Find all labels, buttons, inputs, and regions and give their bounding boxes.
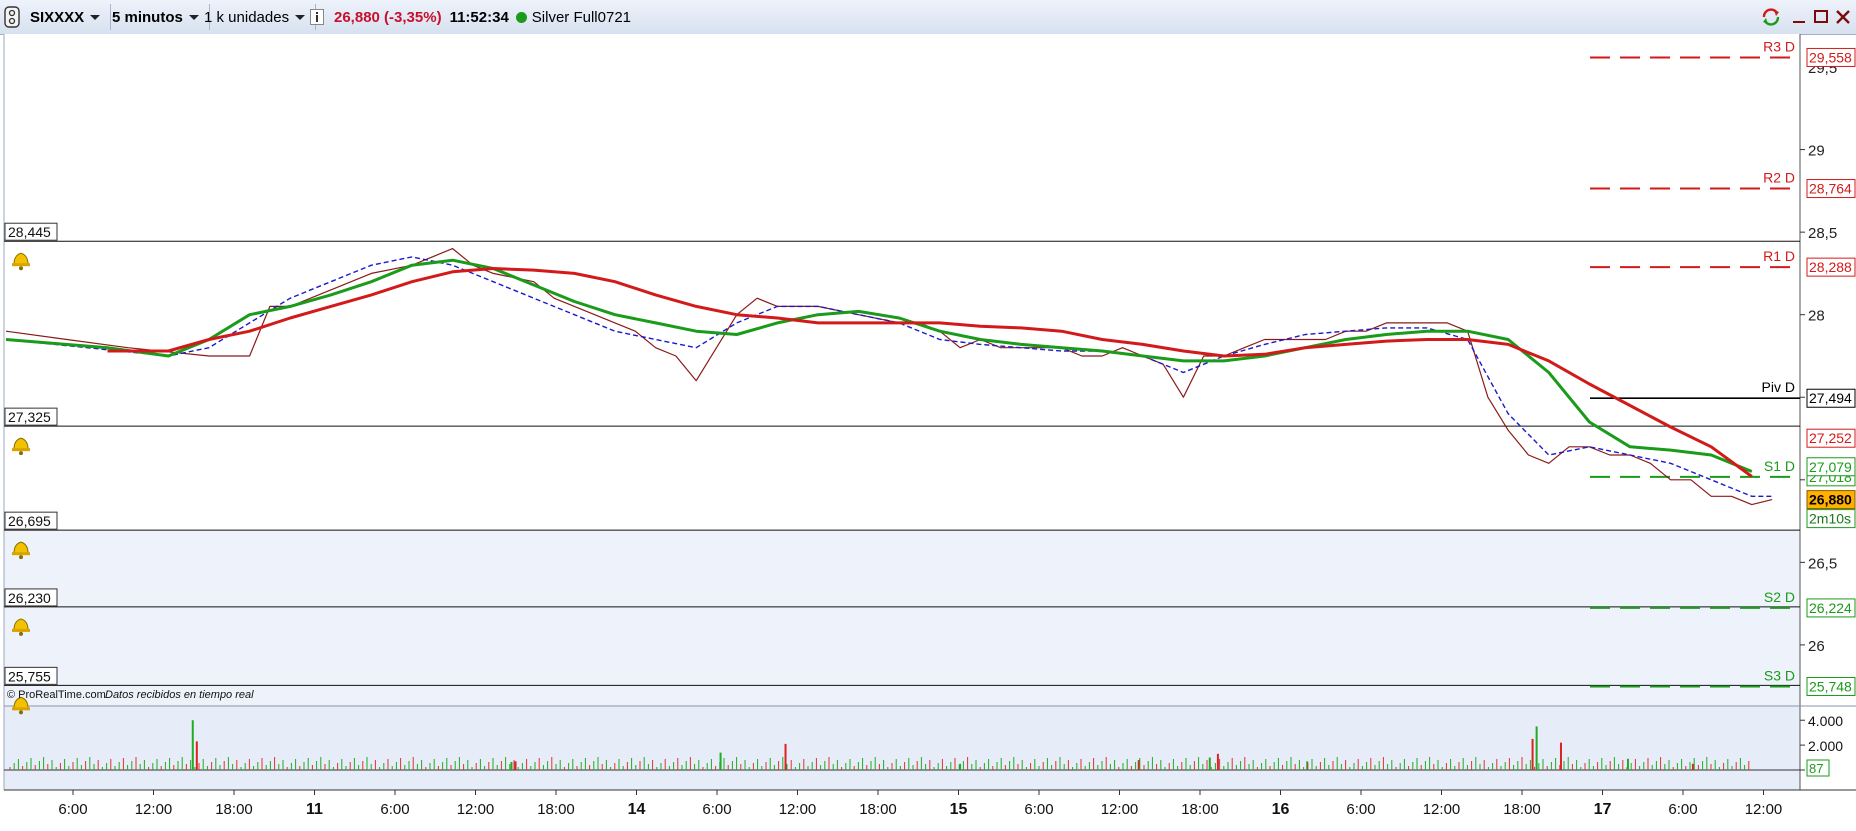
chevron-down-icon	[295, 14, 306, 20]
bell-rim	[12, 707, 30, 711]
x-tick-label: 14	[628, 801, 646, 818]
y-tick-label: 28	[1808, 308, 1825, 325]
bell-rim	[12, 552, 30, 556]
info-button[interactable]	[310, 4, 324, 30]
x-tick-label: 6:00	[58, 801, 87, 818]
axis-tag: 27,252	[1809, 430, 1852, 446]
pivot-tag: 25,748	[1809, 679, 1852, 695]
symbol-selector[interactable]: SIXXXX	[24, 4, 112, 30]
y-tick-label: 29	[1808, 143, 1825, 160]
x-tick-label: 12:00	[779, 801, 817, 818]
bell-rim	[12, 448, 30, 452]
y-tick-label: 26,5	[1808, 555, 1837, 572]
last-price: 26,880	[1809, 492, 1852, 508]
x-tick-label: 11	[306, 801, 323, 818]
alert-label: 28,445	[8, 224, 51, 240]
pivot-tag: 28,288	[1809, 259, 1852, 275]
x-tick-label: 17	[1594, 801, 1612, 818]
info-icon	[310, 9, 324, 25]
pivot-name: R1 D	[1763, 248, 1795, 264]
credit-text: © ProRealTime.com	[7, 689, 106, 701]
status-dot	[515, 11, 527, 23]
x-axis-bg	[4, 790, 1856, 831]
pivot-name: S1 D	[1764, 458, 1795, 474]
lower-zone-bg	[4, 530, 1800, 706]
x-tick-label: 12:00	[1745, 801, 1783, 818]
bell-rim	[12, 628, 30, 632]
quote-time: 11:52:34	[449, 8, 509, 26]
pivot-name: S3 D	[1764, 668, 1795, 684]
close-icon	[1836, 10, 1850, 24]
bell-clapper	[19, 266, 23, 271]
vol-tick-label: 4.000	[1808, 713, 1843, 729]
bell-clapper	[19, 451, 23, 456]
x-tick-label: 12:00	[457, 801, 495, 818]
x-tick-label: 16	[1272, 801, 1290, 818]
x-tick-label: 6:00	[1346, 801, 1375, 818]
toolbar: SIXXXX 5 minutos 1 k unidades 26,880 (-3…	[0, 0, 1856, 35]
quote-info: 26,880 (-3,35%) 11:52:34 Silver Full0721	[334, 4, 631, 30]
pivot-name: R3 D	[1763, 38, 1795, 54]
x-tick-label: 6:00	[1668, 801, 1697, 818]
alert-label: 26,695	[8, 513, 51, 529]
maximize-icon	[1814, 10, 1828, 23]
pivot-tag: 28,764	[1809, 181, 1852, 197]
refresh-icon	[1762, 8, 1780, 26]
app-logo[interactable]	[4, 4, 20, 30]
vol-last: 87	[1809, 761, 1823, 776]
x-tick-label: 12:00	[135, 801, 173, 818]
credit-note: Datos recibidos en tiempo real	[105, 689, 254, 701]
y-tick-label: 28,5	[1808, 225, 1837, 242]
price-change: 26,880 (-3,35%)	[334, 8, 442, 26]
symbol-label: SIXXXX	[30, 8, 85, 26]
minimize-icon	[1793, 21, 1805, 23]
alert-label: 26,230	[8, 590, 51, 606]
bell-clapper	[19, 555, 23, 560]
pivot-name: Piv D	[1762, 379, 1795, 395]
pivot-tag: 27,494	[1809, 390, 1852, 406]
pivot-name: S2 D	[1764, 589, 1795, 605]
feed-label: Silver Full0721	[531, 8, 632, 26]
timeframe-selector[interactable]: 5 minutos	[106, 4, 210, 30]
x-tick-label: 12:00	[1101, 801, 1139, 818]
minimize-button[interactable]	[1788, 6, 1810, 28]
x-tick-label: 18:00	[537, 801, 575, 818]
price-chart[interactable]: 2626,52727,52828,52929,528,44527,32526,6…	[0, 34, 1856, 831]
chevron-down-icon	[90, 14, 101, 20]
y-tick-label: 26	[1808, 638, 1825, 655]
alert-label: 25,755	[8, 668, 51, 684]
x-tick-label: 18:00	[215, 801, 253, 818]
volume-panel-bg	[4, 706, 1800, 790]
x-tick-label: 18:00	[1181, 801, 1219, 818]
pivot-tag: 29,558	[1809, 49, 1852, 65]
alert-label: 27,325	[8, 409, 51, 425]
countdown: 2m10s	[1809, 511, 1851, 527]
units-selector[interactable]: 1 k unidades	[198, 4, 317, 30]
vol-tick-label: 2.000	[1808, 738, 1843, 754]
bell-rim	[12, 263, 30, 267]
x-tick-label: 18:00	[859, 801, 897, 818]
app-logo-icon	[4, 6, 20, 28]
x-tick-label: 15	[950, 801, 968, 818]
units-label: 1 k unidades	[204, 8, 290, 26]
bell-clapper	[19, 631, 23, 636]
axis-tag: 27,079	[1809, 459, 1852, 475]
x-tick-label: 18:00	[1503, 801, 1541, 818]
pivot-name: R2 D	[1763, 170, 1795, 186]
close-button[interactable]	[1832, 6, 1854, 28]
refresh-button[interactable]	[1760, 6, 1782, 28]
pivot-tag: 26,224	[1809, 600, 1852, 616]
x-tick-label: 6:00	[380, 801, 409, 818]
bell-clapper	[19, 710, 23, 715]
timeframe-label: 5 minutos	[112, 8, 183, 26]
x-tick-label: 12:00	[1423, 801, 1461, 818]
x-tick-label: 6:00	[1024, 801, 1053, 818]
maximize-button[interactable]	[1810, 6, 1832, 28]
x-tick-label: 6:00	[702, 801, 731, 818]
